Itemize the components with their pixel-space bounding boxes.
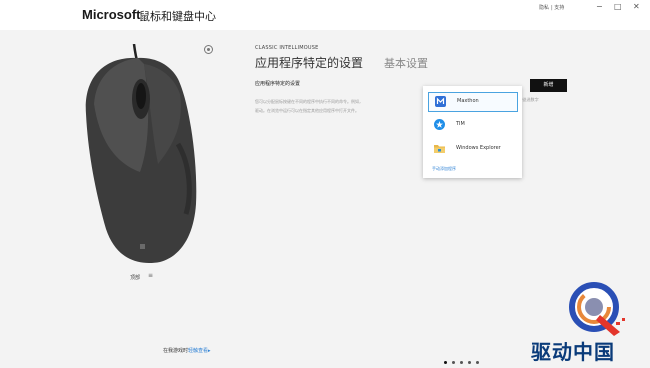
description-line-1: 您可以分配鼠标按键在不同的程序中执行不同的命令。例如，: [255, 99, 363, 104]
mouse-image: [78, 43, 218, 274]
program-label: Maxthon: [457, 98, 479, 104]
device-name: CLASSIC INTELLIMOUSE: [255, 45, 319, 51]
page-dot[interactable]: [476, 361, 479, 364]
brand-logo: Microsoft: [82, 7, 141, 22]
close-button[interactable]: ✕: [633, 2, 640, 11]
description-line-2: 驱动。在浏览中运行可以在指定其他应用程序中打开文件。: [255, 108, 359, 113]
description: 您可以分配鼠标按键在不同的程序中执行不同的命令。例如， 驱动。在浏览中运行可以在…: [255, 97, 415, 115]
program-label: TIM: [456, 121, 465, 127]
tim-icon: [434, 119, 445, 130]
tab-basic-settings[interactable]: 基本设置: [384, 55, 428, 71]
maxthon-icon: [435, 96, 446, 107]
zoom-icon[interactable]: [204, 45, 213, 54]
page-dot[interactable]: [444, 361, 447, 364]
footer-text: 在我游戏时: [163, 348, 189, 354]
maximize-button[interactable]: □: [614, 2, 622, 11]
manual-add-link[interactable]: 手动添加程序: [432, 166, 456, 172]
footer-link[interactable]: 轻触查看: [188, 348, 208, 354]
add-new-button[interactable]: 新增: [530, 79, 567, 92]
page-dot[interactable]: [468, 361, 471, 364]
program-item-windows-explorer[interactable]: Windows Explorer: [428, 140, 516, 158]
tab-app-specific[interactable]: 应用程序特定的设置: [255, 54, 363, 71]
minimize-button[interactable]: −: [596, 2, 603, 11]
program-dropdown: Maxthon TIM Windows Explorer 手动添加程序: [423, 86, 522, 178]
chevron-right-icon: ▸: [208, 348, 211, 354]
page-dot[interactable]: [452, 361, 455, 364]
program-item-tim[interactable]: TIM: [428, 116, 516, 134]
page-dot[interactable]: [460, 361, 463, 364]
support-link[interactable]: 支持: [554, 5, 564, 11]
section-title: 应用程序特定的设置: [255, 81, 301, 87]
folder-icon: [434, 145, 445, 153]
page-dots: [444, 349, 484, 368]
program-label: Windows Explorer: [456, 145, 501, 151]
title-bar: Microsoft 鼠标和键盘中心 隐私 | 支持 − □ ✕: [0, 0, 650, 30]
menu-icon[interactable]: ≡: [148, 272, 153, 279]
app-title: 鼠标和键盘中心: [139, 10, 216, 23]
footer-hint: 在我游戏时轻触查看▸: [163, 347, 211, 354]
watermark-text: 驱动中国: [531, 340, 615, 364]
mouse-view-label[interactable]: 顶部: [130, 274, 140, 281]
privacy-link[interactable]: 隐私: [539, 5, 549, 11]
top-links: 隐私 | 支持: [539, 5, 565, 11]
program-item-maxthon[interactable]: Maxthon: [428, 92, 518, 112]
